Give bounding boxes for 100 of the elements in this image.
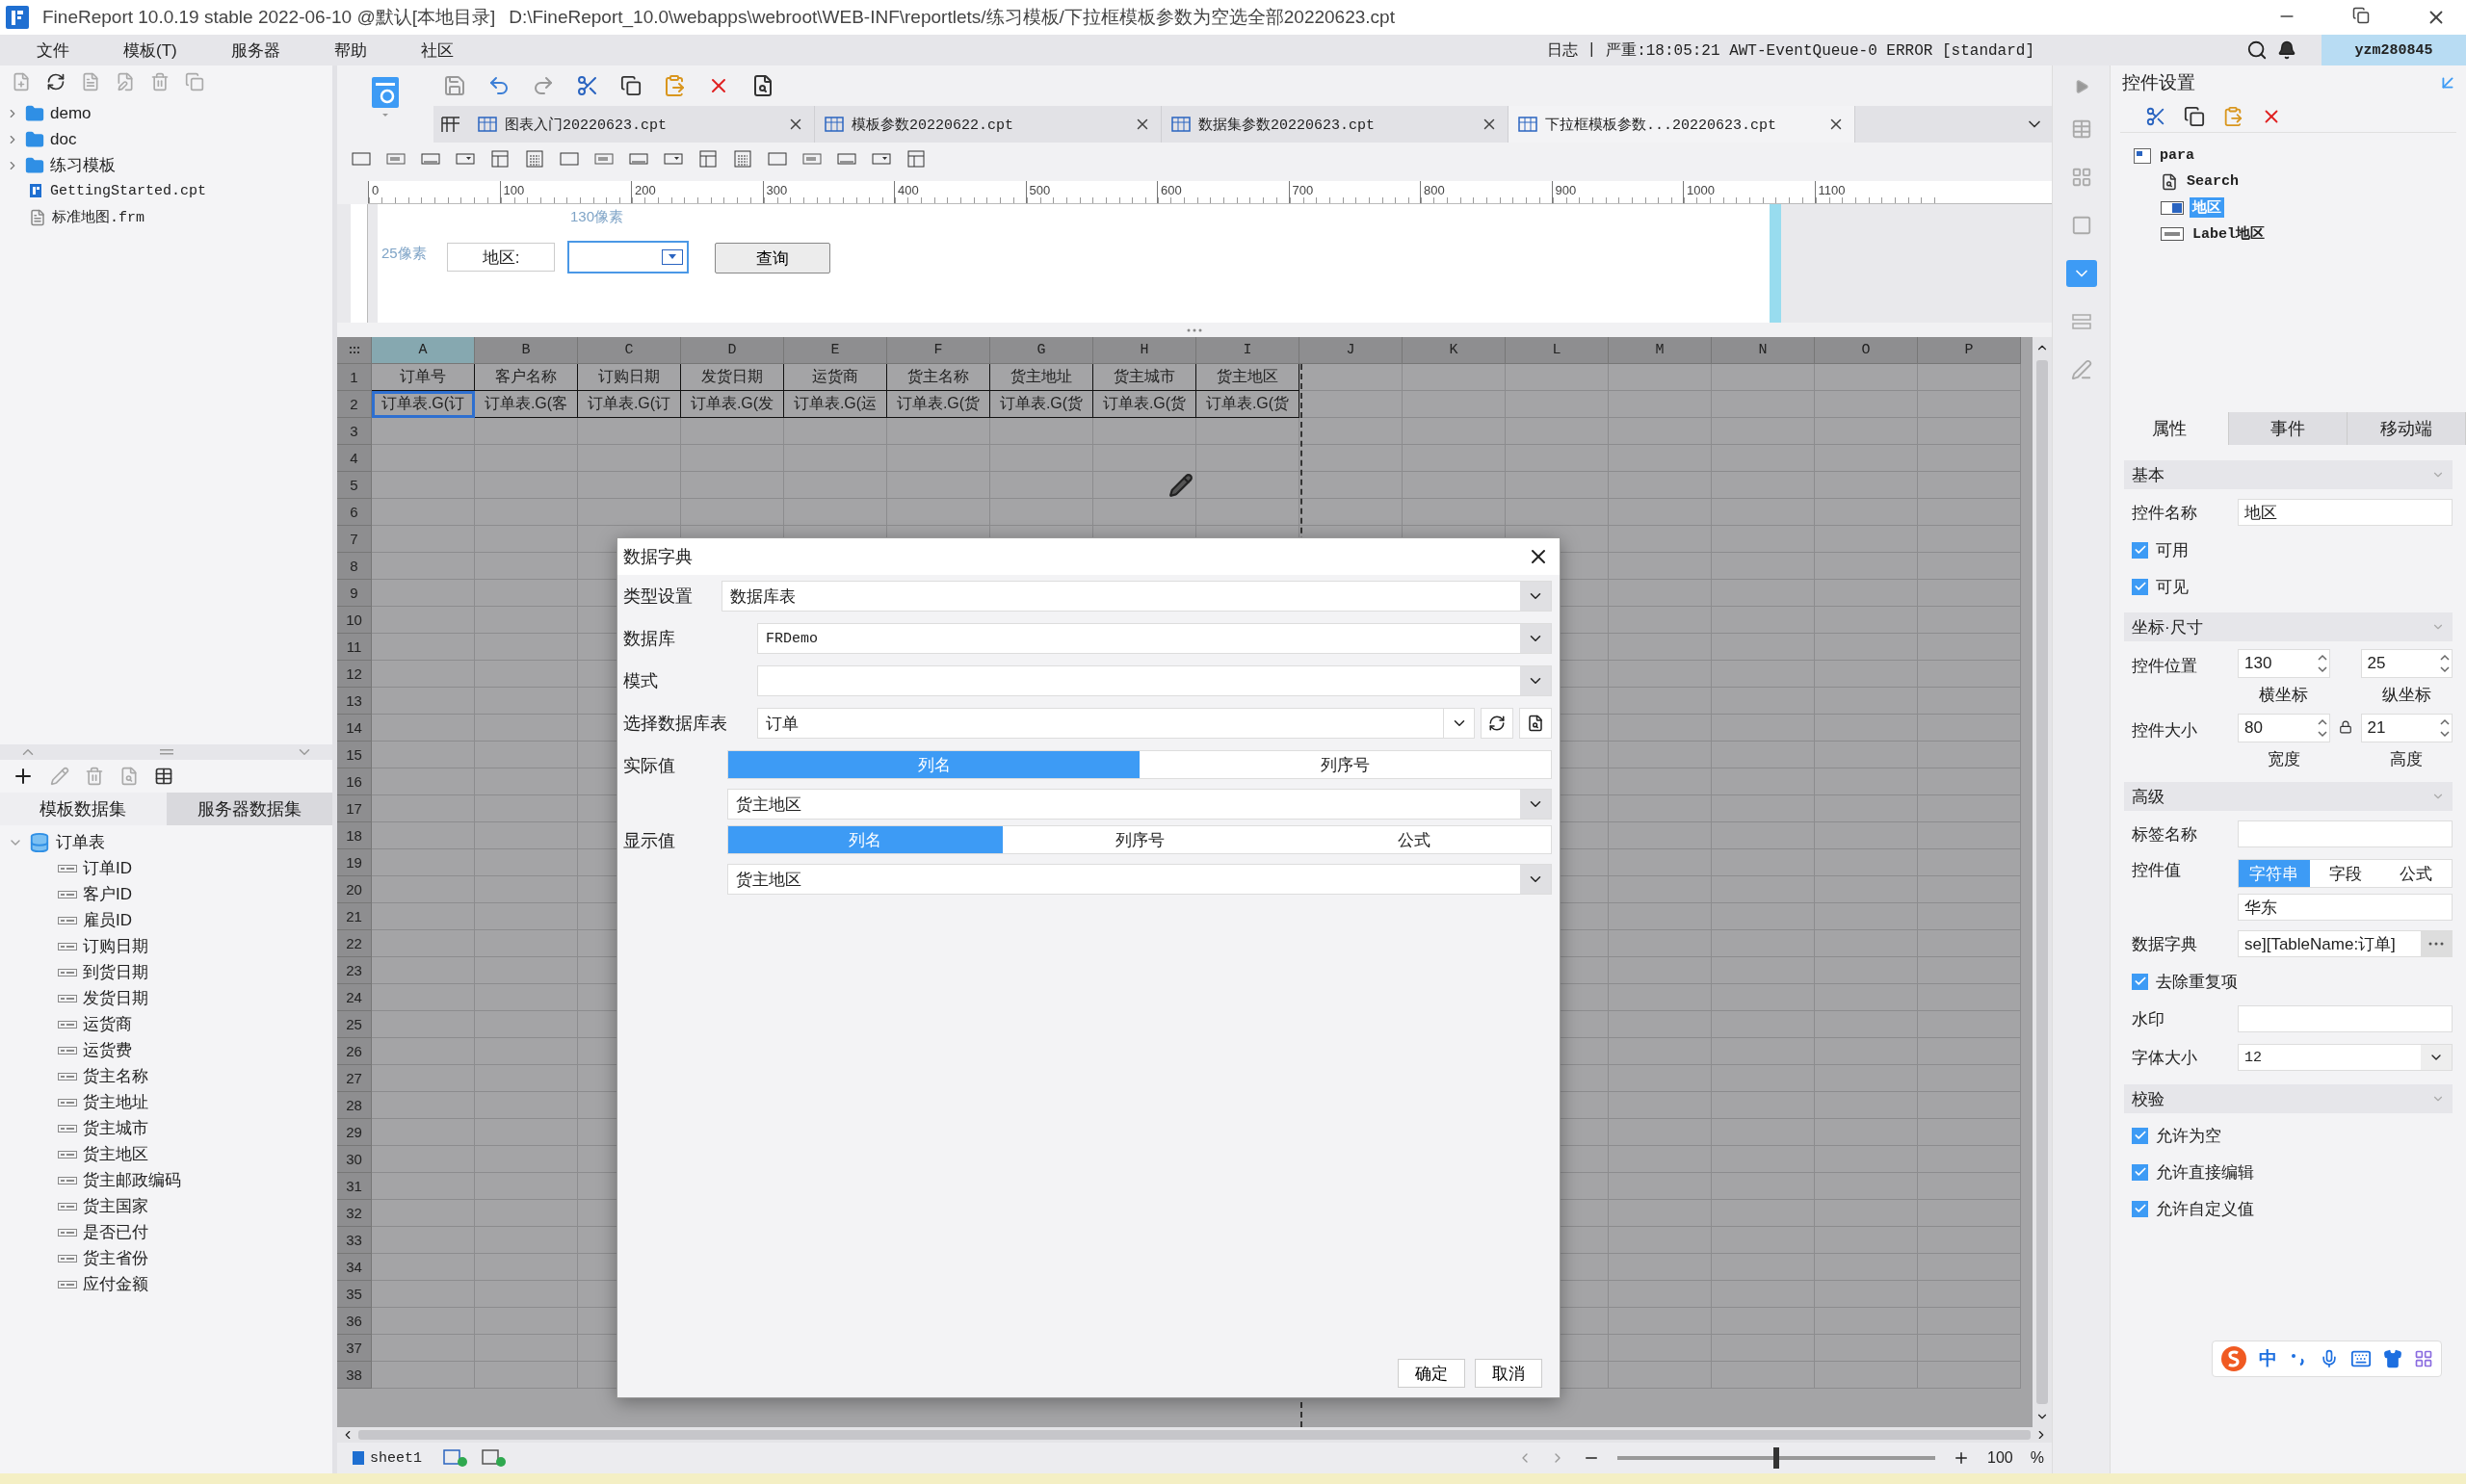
field-tree-item[interactable]: 客户ID: [0, 881, 332, 907]
field-tree-item[interactable]: 应付金额: [0, 1271, 332, 1297]
row-header[interactable]: 27: [337, 1065, 372, 1092]
widget-tree-item[interactable]: Label地区: [2134, 221, 2466, 247]
row-header[interactable]: 18: [337, 822, 372, 849]
section-header[interactable]: 坐标·尺寸: [2124, 612, 2453, 641]
row-header[interactable]: 8: [337, 553, 372, 580]
column-header[interactable]: D: [681, 337, 784, 364]
table-cell[interactable]: 客户名称: [475, 364, 578, 391]
column-header[interactable]: B: [475, 337, 578, 364]
field-tree-item[interactable]: 货主邮政编码: [0, 1167, 332, 1193]
row-header[interactable]: 13: [337, 688, 372, 715]
select-field[interactable]: 12: [2238, 1044, 2453, 1071]
widget-tree-item[interactable]: para: [2134, 143, 2466, 169]
select-field[interactable]: 数据库表: [721, 581, 1552, 612]
row-header[interactable]: 28: [337, 1092, 372, 1119]
select-field[interactable]: FRDemo: [757, 623, 1552, 654]
row-header[interactable]: 21: [337, 903, 372, 930]
column-header[interactable]: F: [887, 337, 990, 364]
field-tree-item[interactable]: 运货费: [0, 1037, 332, 1063]
row-header[interactable]: 6: [337, 499, 372, 526]
menu-item[interactable]: 帮助: [306, 39, 394, 62]
label-widget[interactable]: 地区:: [447, 243, 555, 272]
row-header[interactable]: 15: [337, 742, 372, 768]
sheet-tab[interactable]: sheet1: [345, 1449, 430, 1467]
row-header[interactable]: 12: [337, 661, 372, 688]
table-cell[interactable]: 货主名称: [887, 364, 990, 391]
table-cell[interactable]: 订单表.G(货: [1196, 391, 1299, 418]
table-cell[interactable]: 运货商: [784, 364, 887, 391]
file-tree-item[interactable]: doc: [0, 126, 332, 152]
table-cell[interactable]: 货主地区: [1196, 364, 1299, 391]
field-tree-item[interactable]: 发货日期: [0, 985, 332, 1011]
zoom-value[interactable]: 100: [1987, 1449, 2013, 1467]
select-field[interactable]: 订单: [757, 708, 1475, 739]
dataset-tab[interactable]: 服务器数据集: [166, 793, 332, 825]
column-header[interactable]: I: [1196, 337, 1299, 364]
row-header[interactable]: 16: [337, 768, 372, 795]
row-header[interactable]: 37: [337, 1335, 372, 1362]
section-header[interactable]: 校验: [2124, 1084, 2453, 1113]
row-header[interactable]: 19: [337, 849, 372, 876]
number-field[interactable]: 80: [2238, 714, 2330, 742]
row-header[interactable]: 29: [337, 1119, 372, 1146]
table-cell[interactable]: 订单表.G(发: [681, 391, 784, 418]
field-tree-item[interactable]: 到货日期: [0, 959, 332, 985]
row-header[interactable]: 9: [337, 580, 372, 607]
table-cell[interactable]: 订单表.G(客: [475, 391, 578, 418]
file-tree-item[interactable]: 标准地图.frm: [0, 204, 332, 230]
property-tab[interactable]: 属性: [2111, 412, 2229, 445]
column-header[interactable]: A: [372, 337, 475, 364]
table-cell[interactable]: 货主地址: [990, 364, 1093, 391]
column-header[interactable]: L: [1506, 337, 1609, 364]
row-header[interactable]: 4: [337, 445, 372, 472]
dataset-tab[interactable]: 模板数据集: [0, 793, 167, 825]
ok-button[interactable]: 确定: [1398, 1359, 1465, 1388]
row-header[interactable]: 36: [337, 1308, 372, 1335]
row-header[interactable]: 24: [337, 984, 372, 1011]
row-header[interactable]: 20: [337, 876, 372, 903]
table-cell[interactable]: 发货日期: [681, 364, 784, 391]
query-button[interactable]: 查询: [715, 243, 830, 273]
field-tree-item[interactable]: 订购日期: [0, 933, 332, 959]
select-field[interactable]: 货主地区: [727, 864, 1552, 895]
field-tree-item[interactable]: 订单ID: [0, 855, 332, 881]
template-tab[interactable]: 下拉框模板参数...20220623.cpt: [1508, 106, 1855, 143]
table-cell[interactable]: 订单号: [372, 364, 475, 391]
row-header[interactable]: 14: [337, 715, 372, 742]
dataset-tree-item[interactable]: 订单表: [0, 829, 332, 855]
file-tree-item[interactable]: GettingStarted.cpt: [0, 178, 332, 204]
column-header[interactable]: O: [1815, 337, 1918, 364]
row-header[interactable]: 2: [337, 391, 372, 418]
column-header[interactable]: N: [1712, 337, 1815, 364]
row-header[interactable]: 30: [337, 1146, 372, 1173]
table-cell[interactable]: 订单表.G(订: [372, 391, 475, 418]
row-header[interactable]: 35: [337, 1281, 372, 1308]
file-tree-item[interactable]: 练习模板: [0, 152, 332, 178]
field-tree-item[interactable]: 货主城市: [0, 1115, 332, 1141]
menu-item[interactable]: 文件: [0, 39, 96, 62]
field-tree-item[interactable]: 是否已付: [0, 1219, 332, 1245]
select-field[interactable]: 货主地区: [727, 789, 1552, 820]
row-header[interactable]: 23: [337, 957, 372, 984]
field-tree-item[interactable]: 货主省份: [0, 1245, 332, 1271]
table-cell[interactable]: 订单表.G(货: [887, 391, 990, 418]
field-tree-item[interactable]: 运货商: [0, 1011, 332, 1037]
input-field[interactable]: 华东: [2238, 894, 2453, 921]
row-header[interactable]: 38: [337, 1362, 372, 1389]
field-tree-item[interactable]: 雇员ID: [0, 907, 332, 933]
cancel-button[interactable]: 取消: [1475, 1359, 1542, 1388]
column-header[interactable]: H: [1093, 337, 1196, 364]
user-name[interactable]: yzm280845: [2322, 35, 2466, 65]
row-header[interactable]: 7: [337, 526, 372, 553]
row-header[interactable]: 5: [337, 472, 372, 499]
table-cell[interactable]: 订购日期: [578, 364, 681, 391]
row-header[interactable]: 31: [337, 1173, 372, 1200]
column-header[interactable]: P: [1918, 337, 2021, 364]
widget-tree-item[interactable]: Search: [2134, 169, 2466, 195]
column-header[interactable]: C: [578, 337, 681, 364]
row-header[interactable]: 33: [337, 1227, 372, 1254]
column-header[interactable]: K: [1403, 337, 1506, 364]
row-header[interactable]: 11: [337, 634, 372, 661]
number-field[interactable]: 21: [2360, 714, 2453, 742]
section-header[interactable]: 高级: [2124, 782, 2453, 811]
